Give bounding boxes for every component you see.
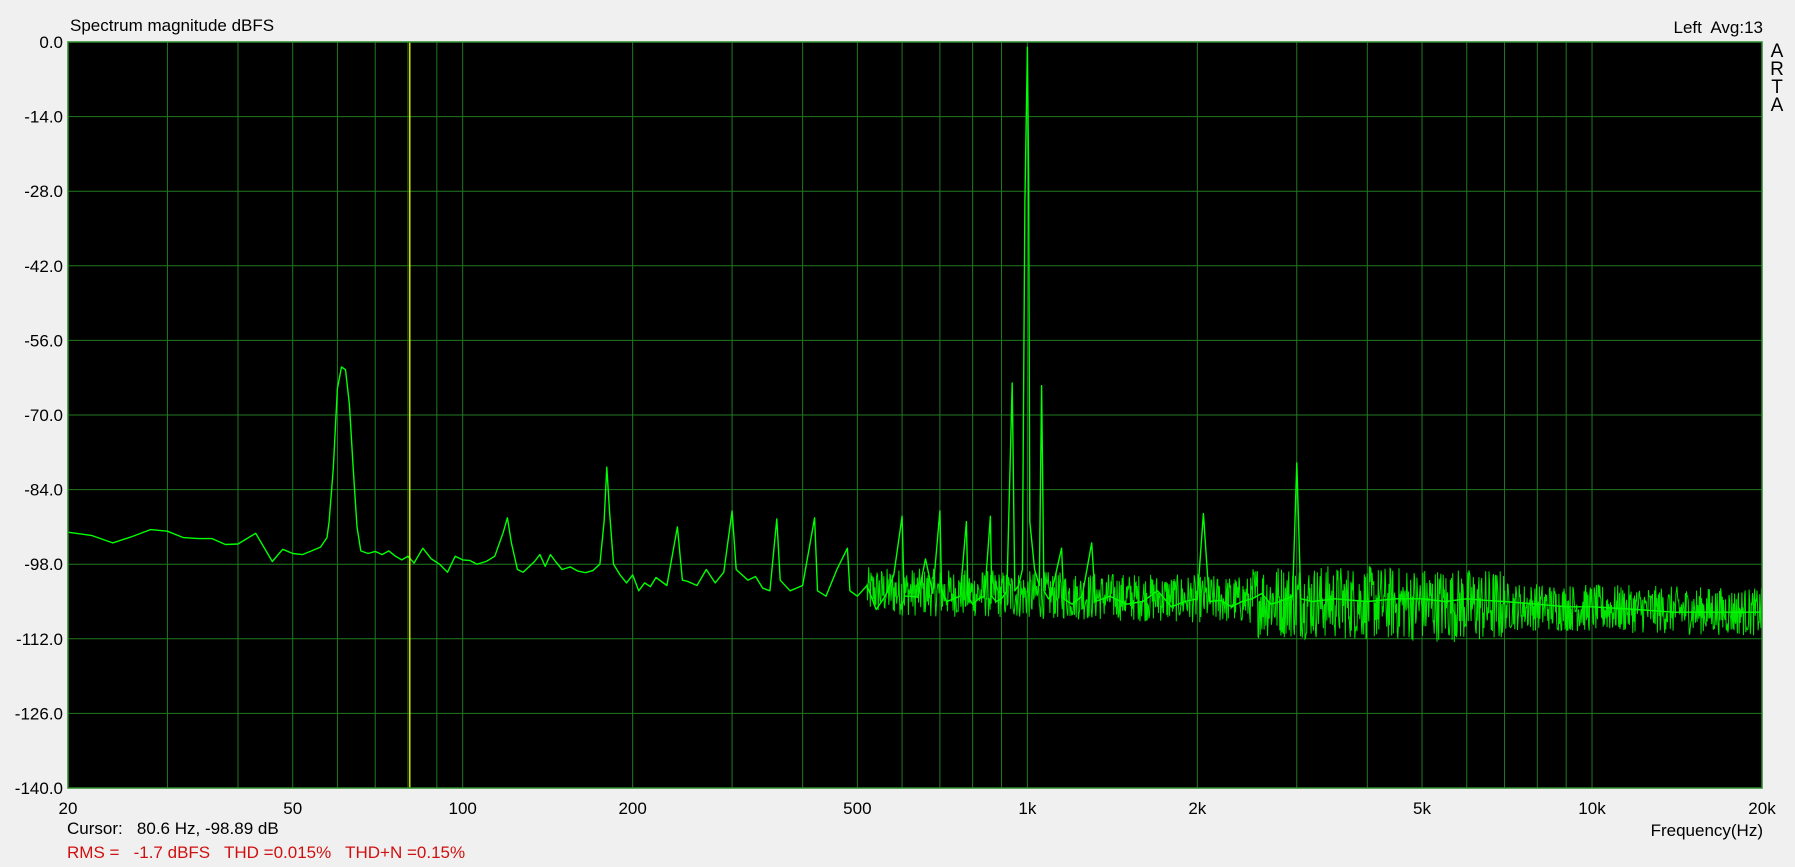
x-tick-label: 100 xyxy=(448,799,476,818)
y-tick-label: 0.0 xyxy=(39,33,63,52)
y-tick-label: -84.0 xyxy=(24,481,63,500)
x-tick-label: 10k xyxy=(1578,799,1606,818)
y-tick-label: -98.0 xyxy=(24,555,63,574)
y-tick-label: -112.0 xyxy=(16,630,63,649)
y-tick-label: -56.0 xyxy=(24,331,63,350)
x-tick-label: 50 xyxy=(283,799,302,818)
spectrum-chart: Spectrum magnitude dBFS Left Avg:13 0.0 -… xyxy=(15,16,1777,840)
x-tick-label: 20k xyxy=(1748,799,1776,818)
x-tick-label: 500 xyxy=(843,799,871,818)
y-tick-label: -126.0 xyxy=(15,704,63,723)
cursor-value: 80.6 Hz, -98.89 dB xyxy=(136,819,279,838)
x-tick-label: 20 xyxy=(59,799,78,818)
x-tick-label: 2k xyxy=(1188,799,1206,818)
chart-title: Spectrum magnitude dBFS xyxy=(70,16,274,35)
cursor-label: Cursor: xyxy=(67,819,123,838)
y-axis-ticks: 0.0 -14.0 -28.0 -42.0 -56.0 -70.0 -84.0 -98.0 -1… xyxy=(15,33,63,798)
arta-logo: A R T A xyxy=(1767,42,1787,116)
measurement-readout: RMS = -1.7 dBFS THD =0.015% THD+N =0.15% xyxy=(67,843,466,862)
x-axis-ticks: 20 50 100 200 500 1k 2k 5k 10k 20k xyxy=(59,799,1777,818)
y-tick-label: -42.0 xyxy=(24,257,63,276)
y-tick-label: -28.0 xyxy=(24,182,63,201)
arta-letter: A xyxy=(1770,95,1784,116)
x-tick-label: 5k xyxy=(1413,799,1431,818)
y-tick-label: -14.0 xyxy=(24,108,63,127)
x-tick-label: 200 xyxy=(618,799,646,818)
y-tick-label: -140.0 xyxy=(15,779,63,798)
x-axis-label: Frequency(Hz) xyxy=(1651,821,1763,840)
x-tick-label: 1k xyxy=(1018,799,1036,818)
cursor-readout: Cursor: 80.6 Hz, -98.89 dB xyxy=(67,819,279,839)
y-tick-label: -70.0 xyxy=(24,406,63,425)
channel-average-info: Left Avg:13 xyxy=(1674,18,1763,37)
